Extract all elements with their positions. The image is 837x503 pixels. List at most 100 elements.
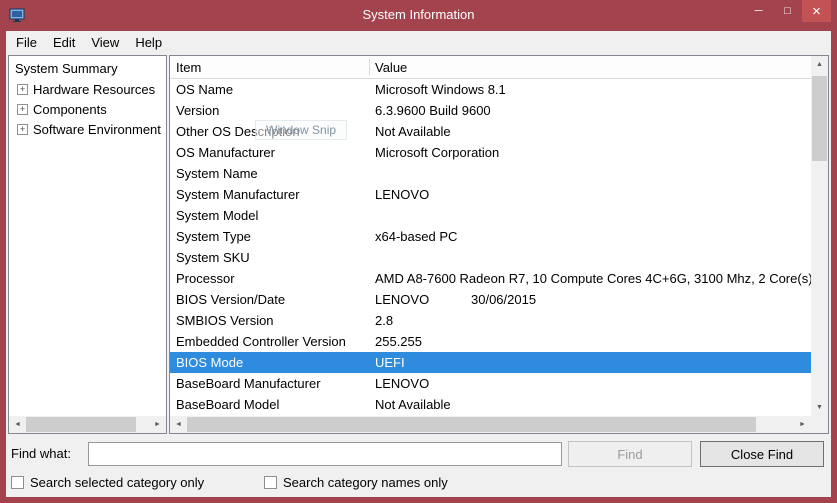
table-row[interactable]: Embedded Controller Version 255.255 <box>170 331 811 352</box>
value-cell: AMD A8-7600 Radeon R7, 10 Compute Cores … <box>375 268 811 289</box>
item-cell: System Model <box>176 205 258 226</box>
item-cell: Processor <box>176 268 235 289</box>
value-cell: LENOVO <box>375 289 429 310</box>
menu-edit[interactable]: Edit <box>45 32 83 53</box>
item-cell: BaseBoard Manufacturer <box>176 373 321 394</box>
item-cell: Embedded Controller Version <box>176 331 346 352</box>
scroll-right-button[interactable]: ► <box>149 416 166 433</box>
table-row[interactable]: BaseBoard Manufacturer LENOVO <box>170 373 811 394</box>
scroll-up-icon: ▲ <box>816 61 823 68</box>
search-category-names-checkbox[interactable] <box>264 476 277 489</box>
item-cell: System Name <box>176 163 258 184</box>
table-row[interactable]: System Model <box>170 205 811 226</box>
value-cell: 2.8 <box>375 310 393 331</box>
expand-icon[interactable]: + <box>17 84 28 95</box>
minimize-button[interactable]: ─ <box>744 0 773 22</box>
item-cell: OS Manufacturer <box>176 142 275 163</box>
item-cell: BIOS Mode <box>176 352 243 373</box>
scroll-right-button[interactable]: ► <box>794 416 811 433</box>
table-row[interactable]: Version6.3.9600 Build 9600 <box>170 100 811 121</box>
minimize-icon: ─ <box>755 6 763 17</box>
tree-horizontal-scrollbar[interactable]: ◄ ► <box>9 416 166 433</box>
tree-hscroll-thumb[interactable] <box>26 417 136 432</box>
find-options-row: Search selected category only Search cat… <box>6 472 831 492</box>
item-cell: BIOS Version/Date <box>176 289 285 310</box>
scroll-down-button[interactable]: ▼ <box>811 399 828 416</box>
find-button[interactable]: Find <box>568 441 692 467</box>
table-row[interactable]: OS Name Microsoft Windows 8.1 <box>170 79 811 100</box>
value-cell: 255.255 <box>375 331 422 352</box>
category-tree-pane: System Summary +Hardware Resources+Compo… <box>8 55 167 434</box>
window-controls: ─ □ × <box>744 0 831 22</box>
close-button[interactable]: × <box>802 0 831 22</box>
column-header-value[interactable]: Value <box>375 56 407 79</box>
menu-file[interactable]: File <box>8 32 45 53</box>
details-horizontal-scrollbar[interactable]: ◄ ► <box>170 416 811 433</box>
details-vscroll-thumb[interactable] <box>812 76 827 161</box>
scroll-left-icon: ◄ <box>175 421 182 428</box>
item-cell: System SKU <box>176 247 250 268</box>
scrollbar-corner <box>811 416 828 433</box>
search-category-names-option[interactable]: Search category names only <box>264 472 448 492</box>
table-row[interactable]: System SKU <box>170 247 811 268</box>
table-row[interactable]: BIOS ModeUEFI <box>170 352 811 373</box>
table-row[interactable]: BIOS Version/Date LENOVO 30/06/2015 <box>170 289 811 310</box>
close-icon: × <box>812 4 821 19</box>
tree-item-hardware-resources[interactable]: +Hardware Resources <box>9 79 166 99</box>
details-header: Item Value <box>170 56 811 79</box>
tree-item-system-summary[interactable]: System Summary <box>9 59 166 79</box>
scroll-left-icon: ◄ <box>14 421 21 428</box>
column-separator[interactable] <box>369 59 370 75</box>
app-icon[interactable] <box>9 7 25 23</box>
titlebar[interactable]: System Information ─ □ × <box>0 0 837 31</box>
snip-ghost-overlay: Window Snip <box>255 120 347 140</box>
value2-cell: 30/06/2015 <box>471 289 536 310</box>
expand-icon[interactable]: + <box>17 104 28 115</box>
expand-icon[interactable]: + <box>17 124 28 135</box>
table-row[interactable]: System Manufacturer LENOVO <box>170 184 811 205</box>
value-cell: Microsoft Windows 8.1 <box>375 79 506 100</box>
value-cell: LENOVO <box>375 373 429 394</box>
search-selected-category-label: Search selected category only <box>30 475 204 490</box>
menu-help[interactable]: Help <box>127 32 170 53</box>
tree-item-software-environment[interactable]: + Software Environment <box>9 119 166 139</box>
search-category-names-label: Search category names only <box>283 475 448 490</box>
column-header-item[interactable]: Item <box>176 56 201 79</box>
details-pane: Item Value OS Name Microsoft Windows 8.1V… <box>169 55 829 434</box>
find-what-label: Find what: <box>11 441 71 467</box>
value-cell: Not Available <box>375 121 451 142</box>
find-input[interactable] <box>88 442 562 466</box>
item-cell: BaseBoard Model <box>176 394 279 415</box>
find-bar: Find what: Find Close Find <box>6 441 831 467</box>
table-row[interactable]: System Name <box>170 163 811 184</box>
menu-view[interactable]: View <box>83 32 127 53</box>
maximize-button[interactable]: □ <box>773 0 802 22</box>
item-cell: OS Name <box>176 79 233 100</box>
scroll-up-button[interactable]: ▲ <box>811 56 828 73</box>
tree-item-label: Components <box>33 102 107 117</box>
item-cell: System Manufacturer <box>176 184 300 205</box>
value-cell: x64-based PC <box>375 226 457 247</box>
table-row[interactable]: BaseBoard Model Not Available <box>170 394 811 415</box>
tree-children: +Hardware Resources+Components+Software … <box>9 79 166 139</box>
item-cell: System Type <box>176 226 251 247</box>
table-row[interactable]: Processor AMD A8-7600 Radeon R7, 10 Compu… <box>170 268 811 289</box>
value-cell: 6.3.9600 Build 9600 <box>375 100 491 121</box>
scroll-left-button[interactable]: ◄ <box>9 416 26 433</box>
value-cell: Not Available <box>375 394 451 415</box>
value-cell: LENOVO <box>375 184 429 205</box>
table-row[interactable]: OS ManufacturerMicrosoft Corporation <box>170 142 811 163</box>
details-hscroll-thumb[interactable] <box>187 417 756 432</box>
scroll-left-button[interactable]: ◄ <box>170 416 187 433</box>
search-selected-category-checkbox[interactable] <box>11 476 24 489</box>
table-row[interactable]: SMBIOS Version2.8 <box>170 310 811 331</box>
search-selected-category-option[interactable]: Search selected category only <box>11 472 204 492</box>
menu-bar: File Edit View Help <box>6 31 831 53</box>
details-vertical-scrollbar[interactable]: ▲ ▼ <box>811 56 828 416</box>
system-information-window: System Information ─ □ × File Edit View … <box>0 0 837 503</box>
table-row[interactable]: System Type x64-based PC <box>170 226 811 247</box>
close-find-button[interactable]: Close Find <box>700 441 824 467</box>
tree-item-components[interactable]: + Components <box>9 99 166 119</box>
window-title: System Information <box>0 7 837 22</box>
tree-item-label: Software Environment <box>33 122 161 137</box>
